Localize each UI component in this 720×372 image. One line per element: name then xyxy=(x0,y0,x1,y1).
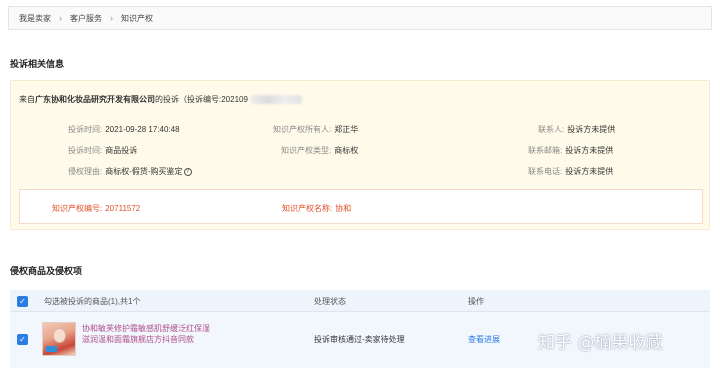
product-thumbnail[interactable] xyxy=(42,322,76,356)
ip-type-field: 知识产权类型: 商标权 xyxy=(281,146,359,155)
complainant-company: 广东协和化妆品研究开发有限公司 xyxy=(35,95,155,104)
operation-column-header: 操作 xyxy=(468,297,484,306)
product-name-link[interactable]: 协和敏芙修护霜敏感肌舒缓泛红保湿 滋润温和面霜旗舰店方抖音同款 xyxy=(82,323,242,345)
breadcrumb-item-seller[interactable]: 我是卖家 xyxy=(19,13,51,24)
complaint-info-title: 投诉相关信息 xyxy=(10,59,65,69)
breadcrumb-item-service[interactable]: 客户服务 xyxy=(70,13,102,24)
contact-field: 联系人: 投诉方未提供 xyxy=(538,125,616,134)
breadcrumb-item-ip: 知识产权 xyxy=(121,13,153,23)
ip-number-field: 知识产权编号: 20711572 xyxy=(52,204,141,213)
redacted-number xyxy=(249,95,302,105)
reason-field: 侵权理由: 商标权-假货-购买鉴定? xyxy=(68,166,192,177)
email-field: 联系邮箱: 投诉方未提供 xyxy=(528,146,614,155)
ip-name-field: 知识产权名称: 协和 xyxy=(282,204,352,213)
complaint-info-panel: 来自广东协和化妆品研究开发有限公司的投诉（投诉编号:202109 投诉时间: 20… xyxy=(10,80,710,230)
complaint-type-field: 投诉时间: 商品投诉 xyxy=(68,146,138,155)
view-progress-link[interactable]: 查看进展 xyxy=(468,334,500,345)
ip-owner-field: 知识产权所有人: 郑正华 xyxy=(273,125,359,134)
status-badge: 投诉审核通过-卖家待处理 xyxy=(314,335,405,344)
help-icon[interactable]: ? xyxy=(183,167,192,176)
chevron-right-icon: › xyxy=(59,13,62,23)
select-all-checkbox[interactable]: ✓ xyxy=(17,296,28,307)
chevron-right-icon: › xyxy=(110,13,113,23)
complaint-source: 来自广东协和化妆品研究开发有限公司的投诉（投诉编号:202109 xyxy=(19,94,302,105)
status-column-header: 处理状态 xyxy=(314,297,346,306)
row-checkbox[interactable]: ✓ xyxy=(17,334,28,345)
ip-details-box: 知识产权编号: 20711572 知识产权名称: 协和 xyxy=(19,189,703,224)
breadcrumb: 我是卖家 › 客户服务 › 知识产权 xyxy=(8,6,712,30)
watermark: 知乎 @楠果收藏 xyxy=(538,333,663,353)
phone-field: 联系电话: 投诉方未提供 xyxy=(528,167,614,176)
select-column-header: 勾选被投诉的商品(1),共1个 xyxy=(44,297,141,306)
complaint-time-field: 投诉时间: 2021-09-28 17:40:48 xyxy=(68,125,180,134)
table-header: ✓ 勾选被投诉的商品(1),共1个 处理状态 操作 xyxy=(10,290,710,312)
infringing-title: 侵权商品及侵权项 xyxy=(10,266,83,276)
